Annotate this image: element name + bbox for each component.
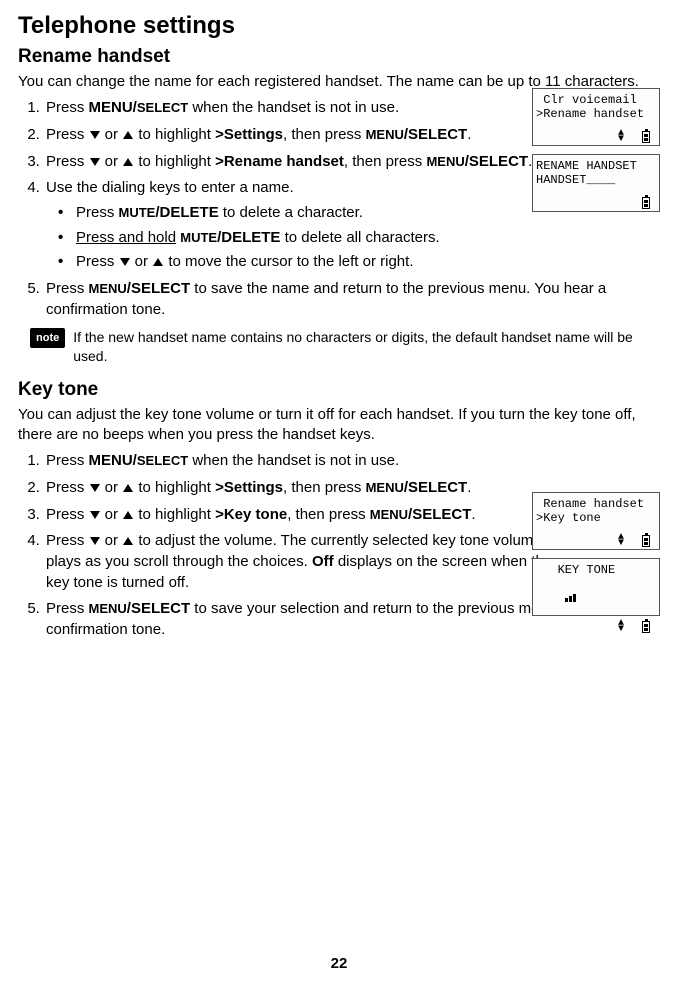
page-number: 22 [0, 955, 678, 972]
arrow-up-icon [123, 511, 133, 519]
arrow-down-icon [90, 511, 100, 519]
s2-step2: Press or to highlight >Settings, then pr… [44, 478, 554, 499]
lcd-screen-1: Clr voicemail>Rename handset ▲▼ [532, 88, 660, 146]
arrow-down-icon [90, 484, 100, 492]
arrow-up-icon [123, 537, 133, 545]
updown-icon: ▲▼ [618, 131, 624, 143]
s1-bullet2: Press and hold MUTE/DELETE to delete all… [58, 228, 660, 249]
note-badge: note [30, 328, 65, 348]
arrow-down-icon [120, 258, 130, 266]
arrow-up-icon [123, 484, 133, 492]
battery-icon [642, 535, 650, 547]
note-row: note If the new handset name contains no… [30, 328, 660, 364]
arrow-up-icon [123, 158, 133, 166]
lcd-screen-2: RENAME HANDSETHANDSET____ [532, 154, 660, 212]
s1-bullet3: Press or to move the cursor to the left … [58, 252, 660, 273]
section2-intro: You can adjust the key tone volume or tu… [18, 405, 660, 446]
updown-icon: ▲▼ [618, 621, 624, 633]
arrow-down-icon [90, 537, 100, 545]
section-heading-keytone: Key tone [18, 379, 660, 401]
arrow-down-icon [90, 158, 100, 166]
battery-icon [642, 131, 650, 143]
volume-bar-icon [565, 592, 576, 602]
s2-step3: Press or to highlight >Key tone, then pr… [44, 505, 554, 526]
s2-step1: Press MENU/SELECT when the handset is no… [44, 451, 660, 472]
battery-icon [642, 621, 650, 633]
arrow-down-icon [90, 131, 100, 139]
lcd-screen-3: Rename handset>Key tone ▲▼ [532, 492, 660, 550]
s2-step4: Press or to adjust the volume. The curre… [44, 531, 554, 593]
page-title: Telephone settings [18, 12, 660, 40]
s1-step2: Press or to highlight >Settings, then pr… [44, 125, 554, 146]
arrow-up-icon [153, 258, 163, 266]
s1-step3: Press or to highlight >Rename handset, t… [44, 152, 554, 173]
section-heading-rename: Rename handset [18, 46, 660, 68]
battery-icon [642, 197, 650, 209]
lcd-screen-4: KEY TONE ▲▼ [532, 558, 660, 616]
updown-icon: ▲▼ [618, 535, 624, 547]
arrow-up-icon [123, 131, 133, 139]
s1-bullets: Press MUTE/DELETE to delete a character.… [46, 203, 660, 273]
note-text: If the new handset name contains no char… [73, 328, 660, 364]
s1-step5: Press MENU/SELECT to save the name and r… [44, 279, 660, 320]
